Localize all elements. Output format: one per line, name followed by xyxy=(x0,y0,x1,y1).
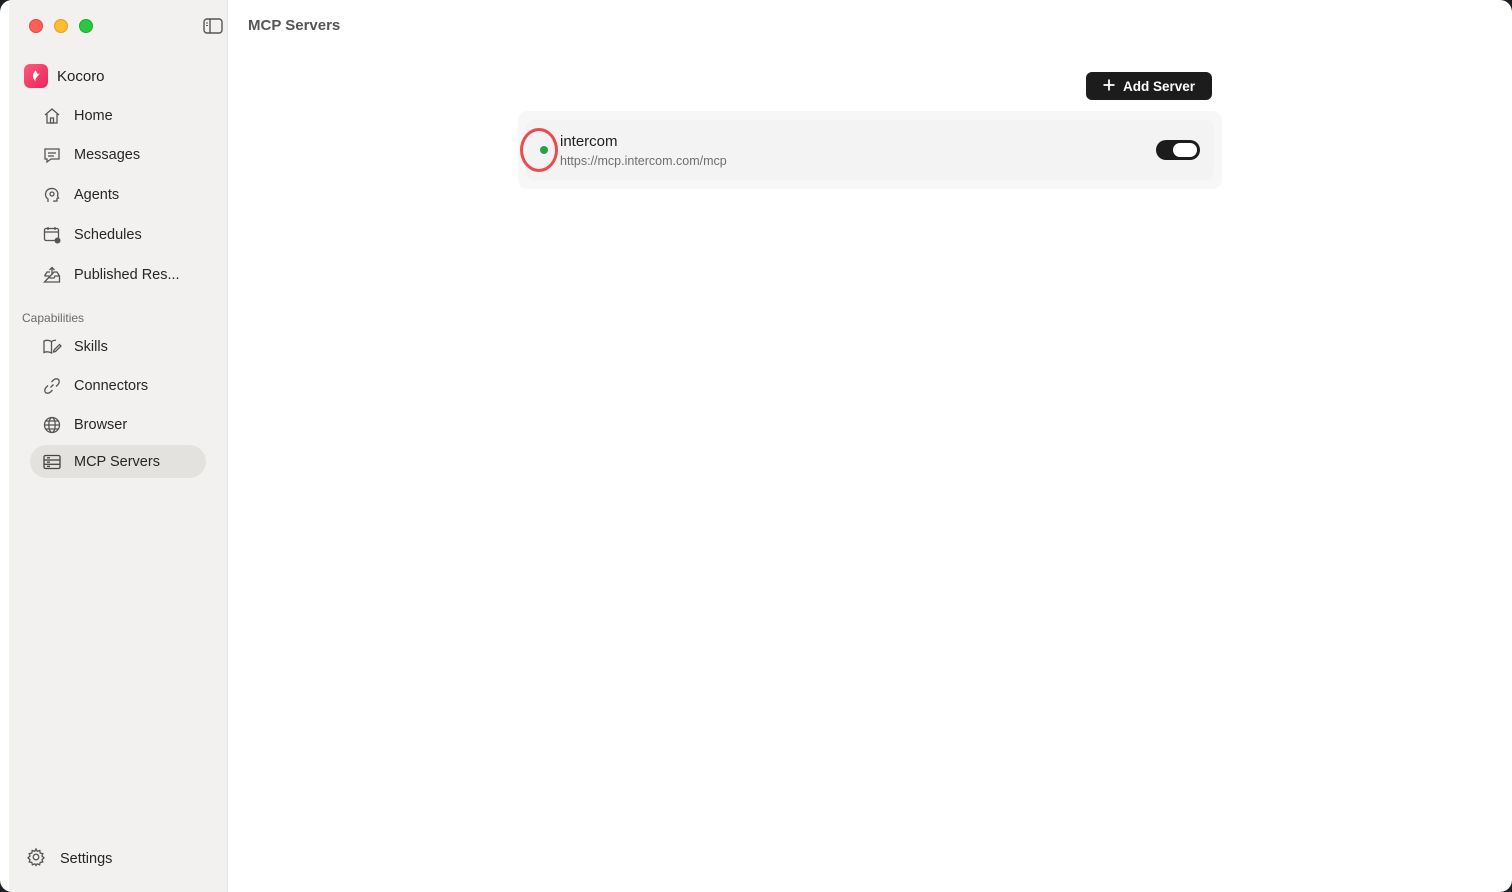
agents-icon xyxy=(42,185,62,205)
add-server-label: Add Server xyxy=(1122,78,1196,94)
brand: Kocoro xyxy=(24,64,105,88)
globe-icon xyxy=(42,415,62,435)
add-server-button[interactable]: Add Server xyxy=(1086,72,1212,100)
sidebar-item-schedules[interactable]: Schedules xyxy=(30,218,206,251)
sidebar-item-messages[interactable]: Messages xyxy=(30,138,206,171)
sidebar-item-label: Connectors xyxy=(74,377,149,394)
messages-icon xyxy=(42,145,62,165)
sidebar: Kocoro Home Messages Agents Schedules Pu… xyxy=(9,0,228,892)
server-list xyxy=(518,111,1222,189)
published-icon xyxy=(42,265,62,285)
skills-icon xyxy=(42,337,62,357)
sidebar-item-agents[interactable]: Agents xyxy=(30,178,206,211)
sidebar-toggle-icon[interactable] xyxy=(203,18,223,34)
zoom-window-button[interactable] xyxy=(79,19,93,33)
schedules-icon xyxy=(42,225,62,245)
kocoro-logo-icon xyxy=(24,64,48,88)
server-url: https://mcp.intercom.com/mcp xyxy=(560,154,727,168)
status-indicator xyxy=(540,146,548,154)
sidebar-item-label: Messages xyxy=(74,146,141,163)
status-highlight-ring xyxy=(520,128,558,172)
server-row[interactable] xyxy=(526,120,1214,180)
sidebar-item-label: Agents xyxy=(74,186,120,203)
sidebar-item-label: Published Res... xyxy=(74,266,180,283)
server-enabled-toggle[interactable] xyxy=(1156,140,1200,160)
sidebar-item-label: Home xyxy=(74,107,113,124)
sidebar-item-label: Skills xyxy=(74,338,108,355)
settings-label: Settings xyxy=(60,851,113,867)
app-name: Kocoro xyxy=(57,67,105,85)
app-window: Kocoro Home Messages Agents Schedules Pu… xyxy=(0,0,1512,892)
settings-button[interactable]: Settings xyxy=(26,847,113,872)
gear-icon xyxy=(26,847,46,872)
link-icon xyxy=(42,376,62,396)
sidebar-item-mcp-servers[interactable]: MCP Servers xyxy=(30,445,206,478)
sidebar-item-published-resources[interactable]: Published Res... xyxy=(30,258,206,291)
minimize-window-button[interactable] xyxy=(54,19,68,33)
sidebar-item-label: Browser xyxy=(74,416,128,433)
page-title: MCP Servers xyxy=(248,17,341,34)
close-window-button[interactable] xyxy=(29,19,43,33)
home-icon xyxy=(42,106,62,126)
server-icon xyxy=(42,452,62,472)
window-controls xyxy=(29,19,93,33)
server-name: intercom xyxy=(560,133,618,150)
sidebar-item-browser[interactable]: Browser xyxy=(30,408,206,441)
sidebar-item-label: MCP Servers xyxy=(74,453,160,470)
sidebar-item-label: Schedules xyxy=(74,226,142,243)
capabilities-section-label: Capabilities xyxy=(22,311,85,325)
toggle-knob xyxy=(1173,143,1197,157)
sidebar-item-skills[interactable]: Skills xyxy=(30,330,206,363)
plus-icon xyxy=(1103,79,1115,94)
sidebar-item-home[interactable]: Home xyxy=(30,99,206,132)
sidebar-item-connectors[interactable]: Connectors xyxy=(30,369,206,402)
